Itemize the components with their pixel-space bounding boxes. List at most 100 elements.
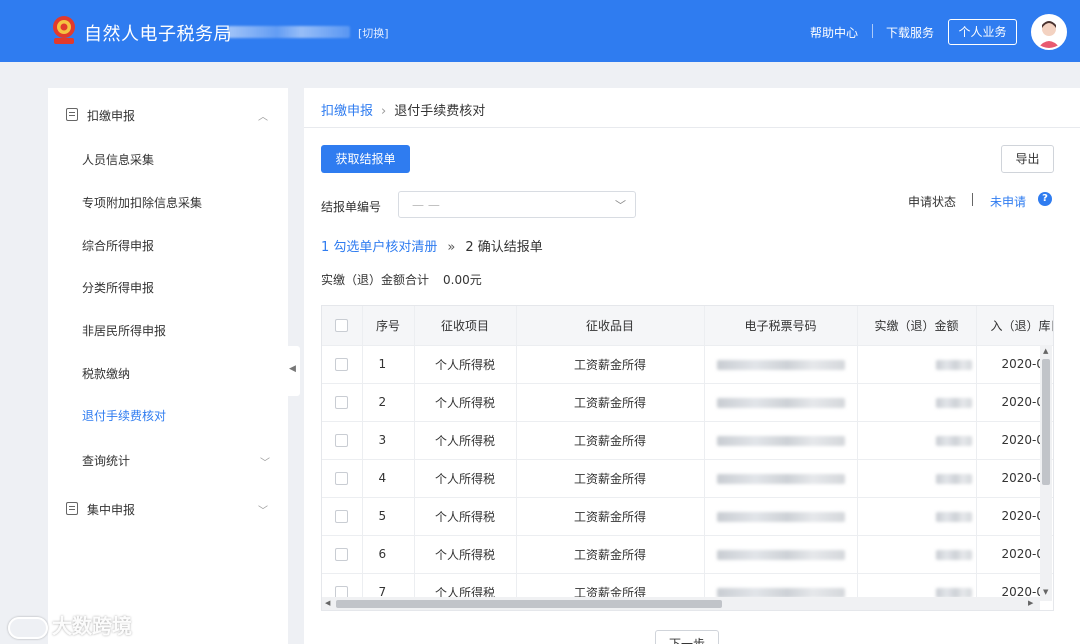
data-table: 序号 征收项目 征收品目 电子税票号码 实缴（退）金额 入（退）库日期 1 个人… — [321, 305, 1054, 611]
amount-total-label: 实缴（退）金额合计 — [321, 273, 430, 287]
statement-number-select[interactable]: — — ﹀ — [398, 191, 636, 218]
watermark-text: 大数跨境 — [52, 614, 132, 638]
fetch-statement-button[interactable]: 获取结报单 — [321, 145, 410, 173]
download-service-link[interactable]: 下载服务 — [886, 24, 934, 41]
amount-redacted — [857, 383, 977, 422]
column-header: 实缴（退）金额 — [857, 306, 977, 346]
table-row[interactable]: 2 个人所得税 工资薪金所得 2020-0 — [322, 383, 1053, 422]
sidebar-group-label: 集中申报 — [87, 503, 136, 517]
column-header: 电子税票号码 — [704, 306, 858, 346]
levy-project: 个人所得税 — [414, 383, 517, 422]
row-index: 5 — [362, 497, 415, 536]
avatar[interactable] — [1031, 14, 1067, 50]
tax-ticket-number-redacted — [704, 421, 858, 460]
breadcrumb-current: 退付手续费核对 — [394, 104, 486, 119]
chevron-down-icon: ﹀ — [260, 458, 270, 469]
question-icon[interactable]: ? — [1038, 192, 1052, 206]
table-row[interactable]: 3 个人所得税 工资薪金所得 2020-0 — [322, 421, 1053, 460]
header-divider — [872, 24, 873, 38]
sidebar-item-query-stats[interactable]: 查询统计 — [82, 452, 130, 469]
row-checkbox-cell[interactable] — [322, 383, 363, 422]
sidebar-item-personnel-info[interactable]: 人员信息采集 — [82, 151, 154, 168]
caret-left-icon: ◀ — [289, 364, 296, 374]
switch-link[interactable]: [切换] — [358, 25, 389, 41]
levy-project: 个人所得税 — [414, 345, 517, 384]
levy-project: 个人所得税 — [414, 459, 517, 498]
step-1[interactable]: 1 勾选单户核对清册 — [321, 240, 437, 255]
row-checkbox-cell[interactable] — [322, 535, 363, 574]
row-checkbox-cell[interactable] — [322, 421, 363, 460]
levy-project: 个人所得税 — [414, 421, 517, 460]
chevron-down-icon: ﹀ — [615, 199, 626, 212]
select-all-checkbox[interactable] — [335, 319, 349, 333]
table-vertical-scrollbar[interactable]: ▲ ▼ — [1040, 345, 1052, 601]
row-index: 6 — [362, 535, 415, 574]
chevron-right-icon: › — [381, 104, 387, 119]
sidebar-item-special-deduction[interactable]: 专项附加扣除信息采集 — [82, 194, 202, 211]
table-row[interactable]: 4 个人所得税 工资薪金所得 2020-0 — [322, 459, 1053, 498]
row-checkbox[interactable] — [335, 510, 349, 523]
row-checkbox-cell[interactable] — [322, 459, 363, 498]
row-index: 4 — [362, 459, 415, 498]
table-row[interactable]: 6 个人所得税 工资薪金所得 2020-0 — [322, 535, 1053, 574]
row-checkbox[interactable] — [335, 548, 349, 561]
status-divider — [972, 193, 973, 206]
row-checkbox[interactable] — [335, 472, 349, 485]
amount-total: 实缴（退）金额合计 0.00元 — [321, 271, 482, 288]
levy-project: 个人所得税 — [414, 535, 517, 574]
table-horizontal-scrollbar[interactable]: ◀ ▶ — [322, 597, 1040, 610]
row-checkbox[interactable] — [335, 396, 349, 409]
sidebar-collapse-button[interactable]: ◀ — [286, 346, 300, 396]
chevron-up-icon: ︿ — [258, 112, 268, 123]
table-row[interactable]: 5 个人所得税 工资薪金所得 2020-0 — [322, 497, 1053, 536]
sidebar: 扣缴申报 ︿ 人员信息采集 专项附加扣除信息采集 综合所得申报 分类所得申报 非… — [48, 88, 288, 644]
row-checkbox-cell[interactable] — [322, 345, 363, 384]
amount-redacted — [857, 535, 977, 574]
scroll-right-arrow-icon[interactable]: ▶ — [1028, 599, 1033, 607]
scroll-left-arrow-icon[interactable]: ◀ — [325, 599, 330, 607]
row-index: 2 — [362, 383, 415, 422]
select-placeholder: — — — [412, 198, 440, 212]
tax-ticket-number-redacted — [704, 535, 858, 574]
horizontal-scroll-thumb[interactable] — [336, 600, 722, 608]
breadcrumb-root[interactable]: 扣缴申报 — [321, 104, 373, 119]
levy-item: 工资薪金所得 — [516, 345, 705, 384]
tax-emblem-icon — [53, 16, 75, 44]
user-name-redacted — [228, 26, 350, 38]
amount-redacted — [857, 421, 977, 460]
sidebar-item-comprehensive-income[interactable]: 综合所得申报 — [82, 237, 154, 254]
user-avatar-icon — [1038, 21, 1060, 48]
sidebar-item-classified-income[interactable]: 分类所得申报 — [82, 279, 154, 296]
sidebar-group-withholding[interactable]: 扣缴申报 ︿ — [48, 91, 288, 137]
upload-box-icon — [66, 502, 78, 515]
scroll-up-arrow-icon[interactable]: ▲ — [1043, 347, 1048, 355]
row-checkbox[interactable] — [335, 434, 349, 447]
scroll-down-arrow-icon[interactable]: ▼ — [1043, 588, 1048, 596]
row-index: 3 — [362, 421, 415, 460]
select-all-cell[interactable] — [322, 306, 363, 346]
personal-business-button[interactable]: 个人业务 — [948, 19, 1017, 45]
next-step-button[interactable]: 下一步 — [655, 630, 719, 644]
document-icon — [66, 108, 78, 121]
table-row[interactable]: 1 个人所得税 工资薪金所得 2020-0 — [322, 345, 1053, 384]
watermark-logo-icon — [8, 616, 48, 639]
sidebar-group-centralized[interactable]: 集中申报 ﹀ — [48, 485, 288, 531]
chevron-down-icon: ﹀ — [258, 506, 268, 517]
amount-total-value: 0.00元 — [443, 273, 482, 287]
tax-ticket-number-redacted — [704, 459, 858, 498]
sidebar-item-nonresident-income[interactable]: 非居民所得申报 — [82, 322, 166, 339]
tax-ticket-number-redacted — [704, 497, 858, 536]
help-center-link[interactable]: 帮助中心 — [810, 24, 858, 41]
row-checkbox[interactable] — [335, 358, 349, 371]
amount-redacted — [857, 497, 977, 536]
export-button[interactable]: 导出 — [1001, 145, 1054, 173]
row-checkbox-cell[interactable] — [322, 497, 363, 536]
apply-status-value: 未申请 — [990, 195, 1027, 209]
apply-status-label: 申请状态 — [908, 195, 957, 209]
sidebar-item-tax-payment[interactable]: 税款缴纳 — [82, 365, 130, 382]
row-index: 1 — [362, 345, 415, 384]
sidebar-item-refund-fee-check[interactable]: 退付手续费核对 — [82, 407, 166, 424]
vertical-scroll-thumb[interactable] — [1042, 359, 1050, 485]
app-title: 自然人电子税务局 — [84, 24, 232, 45]
main-panel: 扣缴申报 › 退付手续费核对 获取结报单 导出 结报单编号 — — ﹀ 申请状态 未… — [304, 88, 1080, 644]
